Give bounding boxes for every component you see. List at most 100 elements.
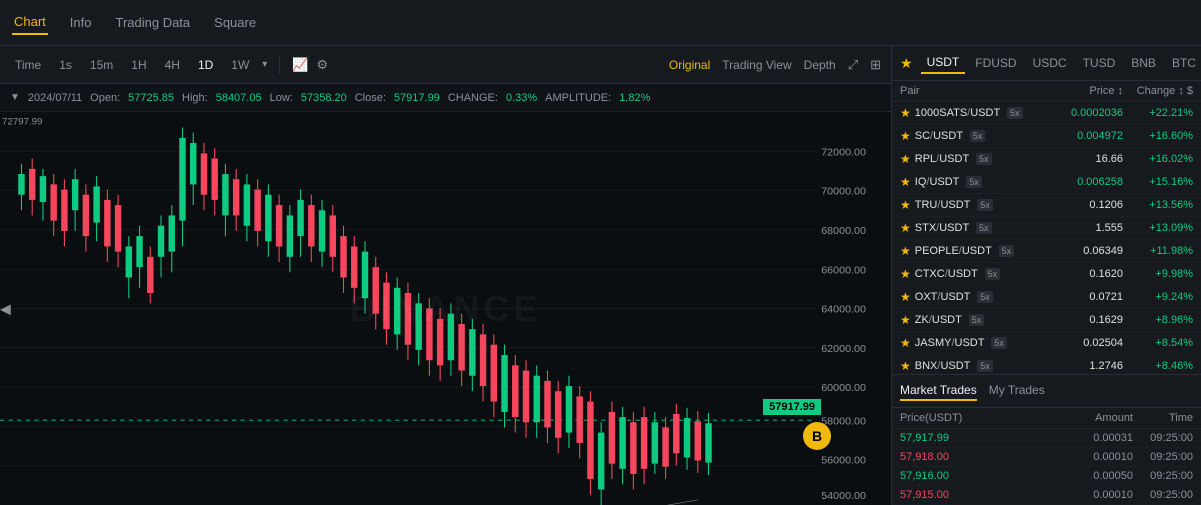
tf-15m[interactable]: 15m [85,55,118,75]
pair-name: 1000SATS/USDT 5x [915,107,1043,119]
pair-name: RPL/USDT 5x [915,153,1043,165]
pair-row[interactable]: ★ OXT/USDT 5x 0.0721 +9.24% [892,286,1201,309]
pair-change: +8.46% [1123,360,1193,372]
pair-row[interactable]: ★ STX/USDT 5x 1.555 +13.09% [892,217,1201,240]
pair-star-icon: ★ [900,267,911,281]
pairs-col-change[interactable]: Change ↕ $ [1123,85,1193,97]
currency-tab-usdt[interactable]: USDT [921,52,966,74]
pair-name: SC/USDT 5x [915,130,1043,142]
dropdown-arrow-icon[interactable]: ▾ [262,59,267,70]
pair-price: 1.555 [1043,222,1123,234]
pair-leverage: 5x [969,314,985,326]
svg-text:54000.00: 54000.00 [821,490,866,502]
pair-price: 0.004972 [1043,130,1123,142]
svg-text:72797.99: 72797.99 [2,117,42,128]
currency-tab-bnb[interactable]: BNB [1125,53,1162,73]
tf-4h[interactable]: 4H [160,55,185,75]
tf-1d[interactable]: 1D [193,55,218,75]
nav-tab-chart[interactable]: Chart [12,10,48,35]
trades-header-price: Price(USDT) [900,412,1053,424]
pair-leverage: 5x [985,268,1001,280]
pair-row[interactable]: ★ JASMY/USDT 5x 0.02504 +8.54% [892,332,1201,355]
tf-1s[interactable]: 1s [54,55,77,75]
trade-time: 09:25:00 [1133,470,1193,482]
right-panel: ★ USDT FDUSD USDC TUSD BNB BTC Pair Pric… [891,46,1201,505]
pair-change: +9.98% [1123,268,1193,280]
pair-leverage: 5x [1007,107,1023,119]
pair-star-icon: ★ [900,129,911,143]
toolbar-right: Original Trading View Depth ⤢ ⊞ [669,57,881,73]
pair-price: 16.66 [1043,153,1123,165]
pair-name: BNX/USDT 5x [915,360,1043,372]
star-icon: ★ [900,55,913,72]
pair-row[interactable]: ★ 1000SATS/USDT 5x 0.0002036 +22.21% [892,102,1201,125]
pair-row[interactable]: ★ RPL/USDT 5x 16.66 +16.02% [892,148,1201,171]
pair-price: 0.06349 [1043,245,1123,257]
currency-tab-usdc[interactable]: USDC [1027,53,1073,73]
pair-row[interactable]: ★ CTXC/USDT 5x 0.1620 +9.98% [892,263,1201,286]
tf-1h[interactable]: 1H [126,55,151,75]
tf-1w[interactable]: 1W [226,55,254,75]
pair-price: 0.0721 [1043,291,1123,303]
trade-time: 09:25:00 [1133,451,1193,463]
pair-row[interactable]: ★ PEOPLE/USDT 5x 0.06349 +11.98% [892,240,1201,263]
pair-price: 0.006258 [1043,176,1123,188]
pair-change: +13.09% [1123,222,1193,234]
grid-button[interactable]: ⊞ [870,57,881,73]
pair-row[interactable]: ★ TRU/USDT 5x 0.1206 +13.56% [892,194,1201,217]
pair-row[interactable]: ★ ZK/USDT 5x 0.1629 +8.96% [892,309,1201,332]
nav-tab-info[interactable]: Info [68,11,94,34]
pair-name: CTXC/USDT 5x [915,268,1043,280]
pair-price: 0.1206 [1043,199,1123,211]
pair-row[interactable]: ★ BNX/USDT 5x 1.2746 +8.46% [892,355,1201,374]
currency-tab-tusd[interactable]: TUSD [1077,53,1122,73]
svg-text:66000.00: 66000.00 [821,265,866,277]
trades-list: 57,917.99 0.00031 09:25:00 57,918.00 0.0… [892,429,1201,505]
pair-star-icon: ★ [900,244,911,258]
trades-tab-my[interactable]: My Trades [989,381,1045,401]
trade-amount: 0.00031 [1053,432,1133,444]
pair-price: 0.0002036 [1043,107,1123,119]
pair-change: +13.56% [1123,199,1193,211]
pair-leverage: 5x [977,360,993,372]
expand-button[interactable]: ⤢ [848,57,858,73]
pairs-col-price[interactable]: Price ↕ [1043,85,1123,97]
svg-text:68000.00: 68000.00 [821,225,866,237]
chart-tool-button[interactable]: 📈 [292,57,308,73]
pair-leverage: 5x [970,130,986,142]
svg-text:58000.00: 58000.00 [821,416,866,428]
trade-amount: 0.00050 [1053,470,1133,482]
pair-change: +8.54% [1123,337,1193,349]
settings-button[interactable]: ⚙ [317,57,329,73]
chart-canvas[interactable]: BINANCE [0,112,891,505]
toolbar-divider [279,56,280,74]
pair-star-icon: ★ [900,221,911,235]
currency-tab-fdusd[interactable]: FDUSD [969,53,1022,73]
pair-change: +22.21% [1123,107,1193,119]
pair-leverage: 5x [976,222,992,234]
pair-price: 0.1629 [1043,314,1123,326]
view-original[interactable]: Original [669,58,710,72]
pair-leverage: 5x [999,245,1015,257]
pair-row[interactable]: ★ IQ/USDT 5x 0.006258 +15.16% [892,171,1201,194]
view-tradingview[interactable]: Trading View [722,58,791,72]
trades-tab-market[interactable]: Market Trades [900,381,977,401]
view-depth[interactable]: Depth [804,58,836,72]
ohlc-amplitude-val: 1.82% [619,92,650,104]
pair-row[interactable]: ★ SC/USDT 5x 0.004972 +16.60% [892,125,1201,148]
pair-star-icon: ★ [900,313,911,327]
pair-name: IQ/USDT 5x [915,176,1043,188]
nav-tab-square[interactable]: Square [212,11,258,34]
pair-price: 0.1620 [1043,268,1123,280]
scroll-left-button[interactable]: ◀ [0,300,11,317]
nav-tab-trading-data[interactable]: Trading Data [113,11,192,34]
pairs-col-pair: Pair [900,85,1043,97]
currency-tab-btc[interactable]: BTC [1166,53,1201,73]
top-nav: Chart Info Trading Data Square [0,0,1201,46]
trades-header: Price(USDT) Amount Time [892,408,1201,429]
trade-time: 09:25:00 [1133,432,1193,444]
tf-time[interactable]: Time [10,55,46,75]
pair-change: +15.16% [1123,176,1193,188]
pair-price: 1.2746 [1043,360,1123,372]
svg-text:64000.00: 64000.00 [821,304,866,316]
